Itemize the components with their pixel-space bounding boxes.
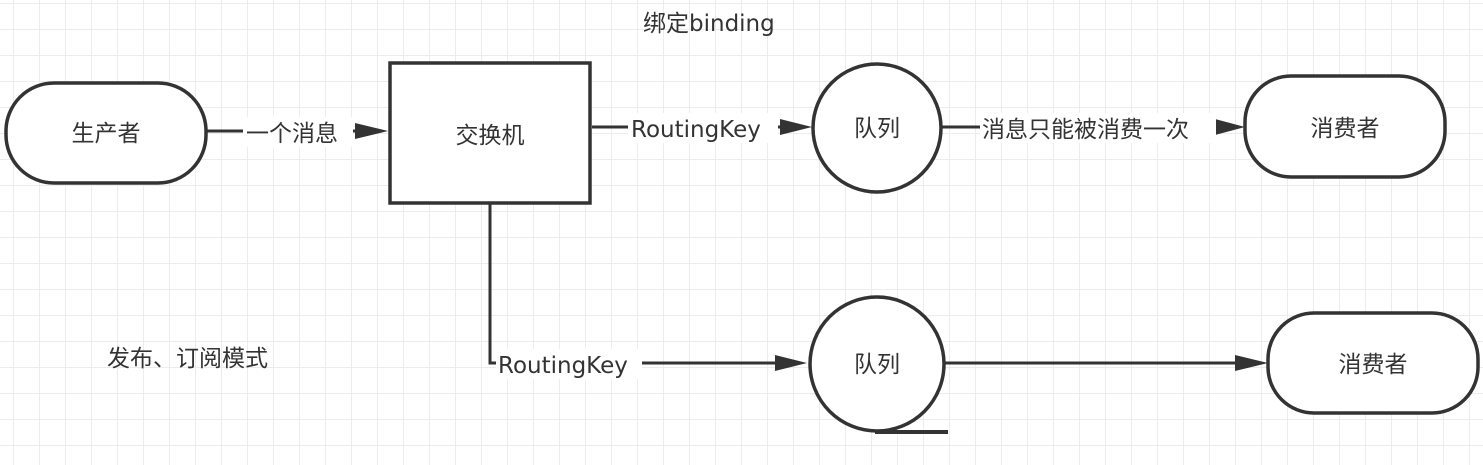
arrow-head-icon <box>775 355 807 371</box>
flow-diagram: 一个消息 RoutingKey 消息只能被消费一次 RoutingKey 生产者… <box>4 11 1480 434</box>
exchange-label: 交换机 <box>456 123 525 149</box>
edge-label-routingkey-1: RoutingKey <box>631 117 761 143</box>
edge-queue2-consumer2 <box>945 355 1268 371</box>
edge-queue1-consumer1: 消息只能被消费一次 <box>942 113 1245 143</box>
node-queue-1[interactable]: 队列 <box>811 62 943 194</box>
arrow-head-icon <box>355 123 388 139</box>
queue-1-label: 队列 <box>854 116 900 142</box>
binding-label: 绑定binding <box>643 11 775 37</box>
arrow-head-icon <box>1215 119 1245 135</box>
node-consumer-2[interactable]: 消费者 <box>1266 311 1480 415</box>
node-consumer-1[interactable]: 消费者 <box>1243 74 1447 179</box>
consumer-2-label: 消费者 <box>1339 352 1408 378</box>
arrow-head-icon <box>1235 355 1268 371</box>
node-producer[interactable]: 生产者 <box>4 81 208 185</box>
arrow-head-icon <box>780 119 812 135</box>
edge-label-consume-once: 消息只能被消费一次 <box>982 117 1189 143</box>
edge-exchange-queue1: RoutingKey <box>592 113 812 143</box>
consumer-1-label: 消费者 <box>1311 116 1380 142</box>
edge-label-message: 一个消息 <box>246 121 338 147</box>
edge-label-routingkey-2: RoutingKey <box>498 353 628 379</box>
diagram-title: 发布、订阅模式 <box>107 346 268 372</box>
edge-exchange-queue2: RoutingKey <box>488 203 807 379</box>
node-exchange[interactable]: 交换机 <box>388 61 592 205</box>
producer-label: 生产者 <box>72 121 141 147</box>
queue-2-label: 队列 <box>854 352 900 378</box>
node-queue-2[interactable]: 队列 <box>808 295 948 434</box>
diagram-canvas: 一个消息 RoutingKey 消息只能被消费一次 RoutingKey 生产者… <box>0 0 1483 465</box>
edge-producer-exchange: 一个消息 <box>207 117 388 147</box>
